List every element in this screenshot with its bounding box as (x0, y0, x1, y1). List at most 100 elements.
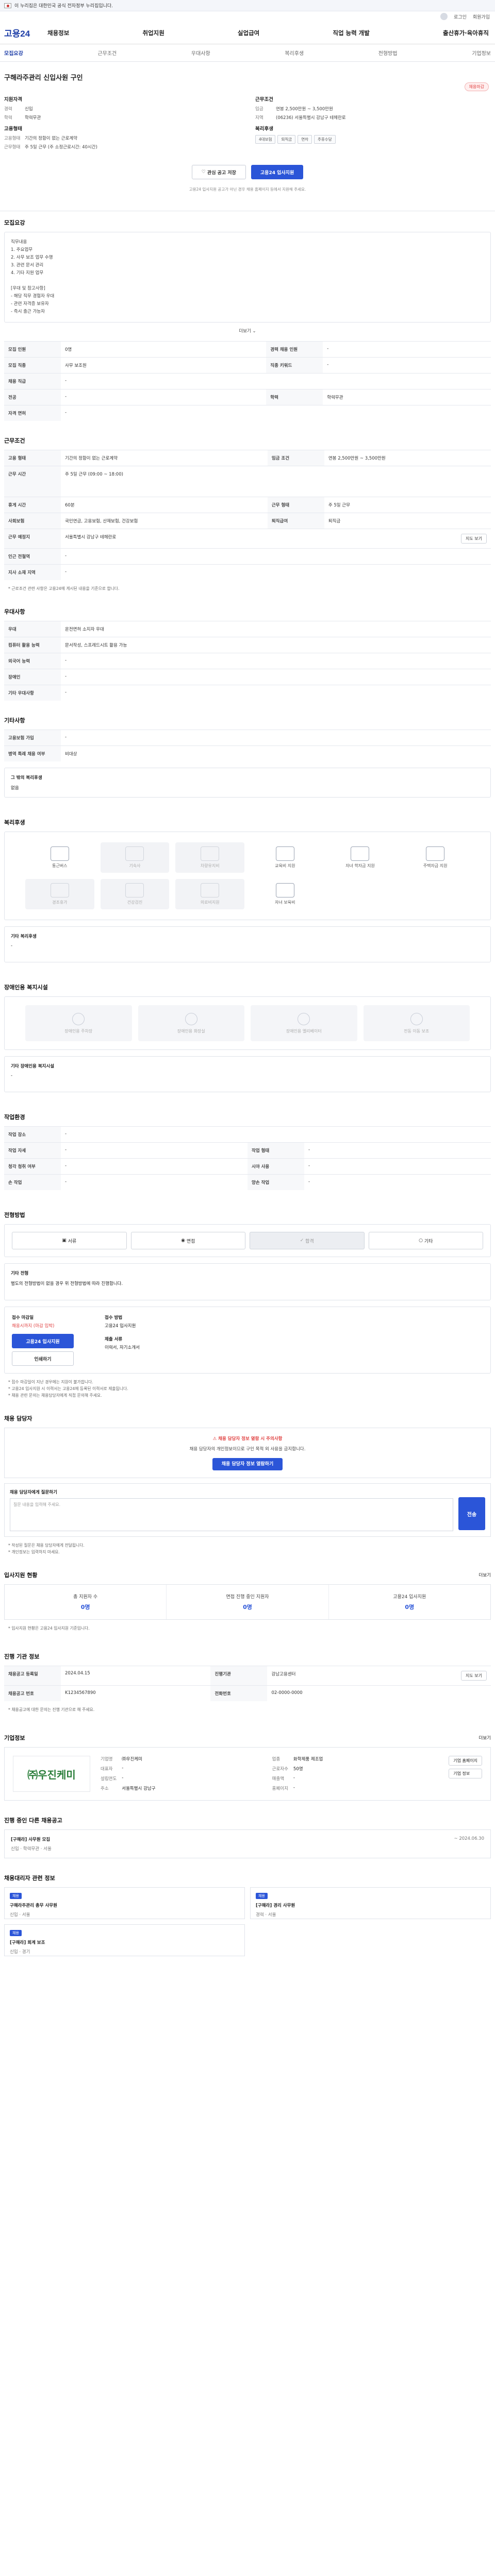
related-card[interactable]: 채용 구해라주관리 총무 사무원 신입 · 서울 (4, 1887, 245, 1919)
box-title: 기타 전형 (11, 1271, 29, 1276)
meta-value: 학력무관 (25, 115, 41, 121)
child-care-icon (275, 883, 294, 897)
welfare-label: 차량유지비 (200, 863, 220, 868)
row-value: 운전면허 소지자 우대 (61, 621, 491, 637)
job-title: 구해라주관리 신입사원 구인 (4, 74, 83, 82)
map-button[interactable]: 지도 보기 (461, 534, 487, 544)
apply-button-2[interactable]: 고용24 입사지원 (12, 1334, 74, 1348)
section-title: 작업환경 (4, 1114, 25, 1121)
info-value: - (122, 1766, 124, 1771)
tab-prefer[interactable]: 우대사항 (191, 49, 210, 57)
related-card[interactable]: 채용 [구해라] 경리 사무원 경력 · 서울 (250, 1887, 491, 1919)
save-job-button[interactable]: ♡ 관심 공고 저장 (191, 165, 246, 179)
company-more-link[interactable]: 더보기 (479, 1735, 491, 1741)
row-value: - (61, 730, 491, 746)
welfare-item: 차량유지비 (175, 842, 244, 873)
welfare-heading: 복리후생 (255, 126, 273, 132)
company-home-button[interactable]: 기업 홈페이지 (449, 1756, 482, 1766)
gnb-item-training[interactable]: 직업 능력 개발 (331, 29, 372, 37)
meta-key: 임금 (255, 107, 263, 112)
desc-line: 1. 주요업무 (11, 247, 33, 252)
meta-value: 기간의 정함이 없는 근로계약 (25, 136, 77, 141)
work-note: * 근로조건 관련 사항은 고용24에 게시된 내용을 기준으로 합니다. (8, 586, 120, 591)
row-value: 국민연금, 고용보험, 산재보험, 건강보험 (61, 513, 268, 529)
site-logo[interactable]: 고용24 (4, 26, 35, 39)
welfare-label: 건강검진 (127, 900, 143, 905)
method-value: 고용24 입사지원 (105, 1324, 136, 1329)
more-label: 더보기 (239, 329, 251, 334)
related-card[interactable]: 채용 [구해라] 회계 보조 신입 · 경기 (4, 1924, 245, 1956)
row-value: 연봉 2,500만원 ~ 3,500만원 (324, 450, 491, 466)
row-key: 사회보험 (4, 513, 61, 529)
row-value: - (61, 1174, 248, 1190)
tab-work[interactable]: 근무조건 (97, 49, 117, 57)
print-button[interactable]: 인쇄하기 (12, 1351, 74, 1366)
korea-flag-icon (4, 3, 11, 8)
welfare-item: 기숙사 (100, 842, 170, 873)
education-icon (275, 846, 294, 861)
row-key: 인근 전철역 (4, 548, 61, 565)
company-info-button[interactable]: 기업 정보 (449, 1769, 482, 1778)
box-title: 그 밖의 복리후생 (11, 775, 42, 781)
parking-icon (72, 1012, 85, 1025)
info-value: ㈜우진케미 (122, 1757, 143, 1762)
welfare-label: 교육비 지원 (275, 863, 295, 868)
desc-line: - 즉시 출근 가능자 (11, 309, 45, 314)
row-key: 병역 특례 채용 여부 (4, 745, 61, 761)
info-key: 업종 (272, 1757, 280, 1762)
tab-recruit[interactable]: 모집요강 (4, 49, 23, 57)
row-value: 주 5일 근무 (09:00 ~ 18:00) (61, 466, 491, 497)
question-input[interactable]: 질문 내용을 입력해 주세요. (10, 1498, 453, 1531)
welfare-chip: 연차 (298, 135, 312, 144)
recruit-section: 모집요강 직무내용 1. 주요업무 2. 사무 보조 업무 수행 3. 관련 문… (0, 211, 495, 421)
note-line: * 작성된 질문은 채용 담당자에게 전달됩니다. (8, 1543, 85, 1548)
gov-banner-text: 이 누리집은 대한민국 공식 전자정부 누리집입니다. (14, 4, 113, 9)
gnb-item-leave[interactable]: 출산휴가·육아휴직 (441, 29, 491, 37)
row-key: 외국어 능력 (4, 653, 61, 669)
view-manager-button[interactable]: 채용 담당자 정보 열람하기 (212, 1458, 283, 1470)
section-tabs: 모집요강 근무조건 우대사항 복리후생 전형방법 기업정보 (0, 44, 495, 62)
tab-welfare[interactable]: 복리후생 (285, 49, 304, 57)
row-value: - (61, 669, 491, 685)
apply-button[interactable]: 고용24 입사지원 (251, 165, 304, 179)
posting-note: * 채용공고에 대한 문의는 진행 기관으로 해 주세요. (8, 1707, 95, 1712)
section-title: 복리후생 (4, 819, 25, 826)
qualification-col: 지원자격 경력 신입 학력 학력무관 고용형태 고용형태 기간의 정함이 없는 근로계… (4, 91, 240, 152)
info-key: 설립연도 (101, 1776, 117, 1782)
join-link[interactable]: 회원가입 (473, 13, 490, 20)
welfare-item: 통근버스 (25, 842, 94, 873)
section-title: 채용대리자 관련 정보 (4, 1875, 55, 1882)
gnb-menu: 채용정보 취업지원 실업급여 직업 능력 개발 출산휴가·육아휴직 (35, 29, 491, 37)
applicants-more-link[interactable]: 더보기 (479, 1572, 491, 1578)
stat-value: 0명 (243, 1604, 252, 1611)
more-button[interactable]: 더보기 ⌄ (4, 328, 491, 334)
row-key: 근무 시간 (4, 466, 61, 497)
tab-company[interactable]: 기업정보 (472, 49, 491, 57)
gnb-item-unemployment[interactable]: 실업급여 (236, 29, 261, 37)
login-link[interactable]: 로그인 (454, 13, 467, 20)
meta-value: (06236) 서울특별시 강남구 테헤란로 (276, 115, 346, 121)
row-value: - (61, 1126, 491, 1143)
row-key: 컴퓨터 활용 능력 (4, 637, 61, 653)
posting-map-button[interactable]: 지도 보기 (461, 1671, 487, 1681)
gnb-item-support[interactable]: 취업지원 (140, 29, 166, 37)
info-value: - (122, 1775, 124, 1781)
gnb-item-jobs[interactable]: 채용정보 (45, 29, 71, 37)
stat-item: 총 지원자 수 0명 (5, 1585, 167, 1619)
tab-process[interactable]: 전형방법 (378, 49, 398, 57)
row-key: 전공 (4, 389, 61, 405)
send-button[interactable]: 전송 (458, 1497, 485, 1530)
section-title: 기타사항 (4, 717, 25, 724)
section-title: 진행 기관 정보 (4, 1653, 40, 1660)
house-icon (426, 846, 445, 861)
interview-icon: ◉ (181, 1238, 187, 1243)
user-icon (440, 13, 448, 20)
similar-job-card[interactable]: [구해라] 사무원 모집 신입 · 학력무관 · 서울 ~ 2024.06.30 (4, 1829, 491, 1858)
row-key: 시야 사용 (248, 1158, 304, 1175)
section-title: 장애인용 복지시설 (4, 984, 48, 991)
row-value: 기간의 정함이 없는 근로계약 (61, 450, 268, 466)
row-value: 2024.04.15 (61, 1666, 211, 1686)
doc-value: 이력서, 자기소개서 (105, 1345, 140, 1350)
meta-key: 지역 (255, 115, 263, 121)
company-logo: ㈜우진케미 (13, 1756, 90, 1792)
